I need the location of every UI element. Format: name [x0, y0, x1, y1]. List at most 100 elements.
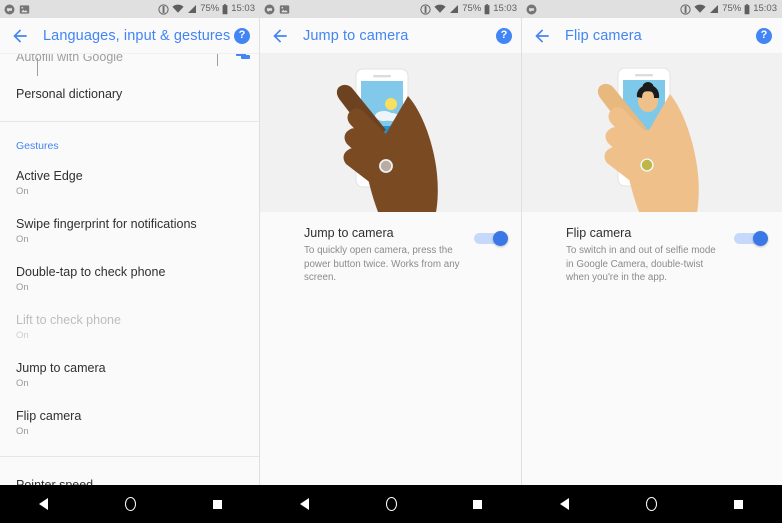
panel-jump-to-camera: 75% 15:03 Jump to camera ? Jump to camer…	[260, 0, 522, 485]
recents-square-icon	[473, 499, 483, 509]
android-navigation-bar	[0, 485, 782, 523]
setting-text: Flip camera To switch in and out of self…	[566, 226, 734, 285]
battery-percent: 75%	[722, 3, 742, 14]
illustration-hand-holding-phone-selfie	[522, 54, 782, 212]
back-arrow-icon[interactable]	[10, 26, 30, 46]
image-icon	[279, 4, 290, 14]
list-item-label: Active Edge	[16, 169, 83, 183]
list-item-label: Autofill with Google	[16, 54, 124, 64]
illustration-hand-holding-phone-landscape	[260, 54, 522, 212]
list-item-jump-to-camera[interactable]: Jump to camera On	[0, 342, 260, 390]
status-indicators-3: 75% 15:03	[680, 0, 777, 18]
battery-percent: 75%	[200, 3, 220, 14]
app-bar-3: Flip camera ?	[522, 18, 782, 54]
nav-recents-button[interactable]	[202, 489, 232, 519]
nav-home-button[interactable]	[115, 489, 145, 519]
settings-list[interactable]: Autofill with Google Personal dictionary…	[0, 54, 260, 485]
toggle-thumb	[753, 231, 768, 246]
status-indicators-1: 75% 15:03	[158, 0, 255, 18]
app-bar-2: Jump to camera ?	[260, 18, 522, 54]
vibrate-icon	[158, 3, 169, 15]
wifi-icon	[434, 4, 446, 13]
status-indicators-2: 75% 15:03	[420, 0, 517, 18]
list-item-active-edge[interactable]: Active Edge On	[0, 153, 260, 198]
help-icon[interactable]: ?	[756, 27, 772, 44]
list-item-value: On	[16, 234, 29, 245]
setting-text: Jump to camera To quickly open camera, p…	[304, 226, 474, 285]
nav-back-button[interactable]	[550, 489, 580, 519]
android-settings-triptych: 75% 15:03 Languages, input & gestures ? …	[0, 0, 782, 523]
vibrate-icon	[680, 3, 691, 15]
setting-title: Flip camera	[566, 226, 632, 240]
jump-to-camera-toggle[interactable]	[474, 231, 508, 246]
list-item-double-tap-check-phone[interactable]: Double-tap to check phone On	[0, 246, 260, 294]
clock-2: 15:03	[493, 3, 517, 14]
list-item-label: Personal dictionary	[16, 87, 123, 101]
nav-back-button[interactable]	[28, 489, 58, 519]
list-item-label: Jump to camera	[16, 361, 106, 375]
status-bar-2: 75% 15:03	[260, 0, 522, 18]
signal-icon	[450, 5, 459, 13]
list-item-label: Flip camera	[16, 409, 82, 423]
list-item-value: On	[16, 426, 29, 437]
panel-languages-input-gestures: 75% 15:03 Languages, input & gestures ? …	[0, 0, 260, 485]
back-triangle-icon	[560, 498, 570, 510]
list-item-flip-camera[interactable]: Flip camera On	[0, 390, 260, 456]
nav-recents-button[interactable]	[463, 489, 493, 519]
list-item-pointer-speed[interactable]: Pointer speed	[0, 457, 260, 485]
panel-divider-1	[259, 0, 260, 485]
page-title-3: Flip camera	[565, 27, 642, 44]
list-item-lift-to-check-phone: Lift to check phone On	[0, 294, 260, 342]
battery-percent: 75%	[462, 3, 482, 14]
signal-icon	[188, 5, 197, 13]
help-icon[interactable]: ?	[496, 27, 512, 44]
panel-flip-camera: 75% 15:03 Flip camera ? Flip camera To s…	[522, 0, 782, 485]
list-item-swipe-fingerprint[interactable]: Swipe fingerprint for notifications On	[0, 198, 260, 246]
list-item-value: On	[16, 282, 29, 293]
notification-icons-3	[526, 4, 537, 15]
chat-bubble-icon	[526, 4, 537, 14]
nav-home-button[interactable]	[637, 489, 667, 519]
nav-group-1	[0, 485, 261, 523]
back-triangle-icon	[299, 498, 309, 510]
app-bar-1: Languages, input & gestures ?	[0, 18, 260, 54]
flip-camera-toggle[interactable]	[734, 231, 768, 246]
list-item-personal-dictionary[interactable]: Personal dictionary	[0, 68, 260, 121]
chat-bubble-icon	[4, 4, 15, 14]
status-bar-1: 75% 15:03	[0, 0, 260, 18]
back-arrow-icon[interactable]	[270, 26, 290, 46]
battery-icon	[744, 3, 750, 14]
list-item-label: Lift to check phone	[16, 313, 121, 327]
home-circle-icon	[124, 497, 136, 511]
home-circle-icon	[646, 497, 658, 511]
toggle-thumb	[493, 231, 508, 246]
clock-3: 15:03	[753, 3, 777, 14]
wifi-icon	[172, 4, 184, 13]
home-circle-icon	[385, 497, 397, 511]
signal-icon	[710, 5, 719, 13]
text-cursor-icon	[217, 54, 218, 66]
list-item-label: Double-tap to check phone	[16, 265, 166, 279]
nav-back-button[interactable]	[289, 489, 319, 519]
list-item-value: On	[16, 330, 29, 341]
clock-1: 15:03	[231, 3, 255, 14]
list-item-value: On	[16, 186, 29, 197]
list-item-autofill-clipped[interactable]: Autofill with Google	[0, 54, 260, 68]
recents-square-icon	[212, 499, 222, 509]
notification-icons-1	[4, 4, 30, 15]
nav-home-button[interactable]	[376, 489, 406, 519]
battery-icon	[484, 3, 490, 14]
image-icon	[19, 4, 30, 14]
nav-recents-button[interactable]	[724, 489, 754, 519]
status-bar-3: 75% 15:03	[522, 0, 782, 18]
back-arrow-icon[interactable]	[532, 26, 552, 46]
setting-description: To switch in and out of selfie mode in G…	[566, 245, 716, 283]
page-title-2: Jump to camera	[303, 27, 409, 44]
wifi-icon	[694, 4, 706, 13]
setting-description: To quickly open camera, press the power …	[304, 245, 460, 283]
setting-jump-to-camera: Jump to camera To quickly open camera, p…	[260, 212, 522, 285]
list-item-value: On	[16, 378, 29, 389]
section-header-gestures: Gestures	[16, 140, 59, 152]
notification-icons-2	[264, 4, 290, 15]
help-icon[interactable]: ?	[234, 27, 250, 44]
